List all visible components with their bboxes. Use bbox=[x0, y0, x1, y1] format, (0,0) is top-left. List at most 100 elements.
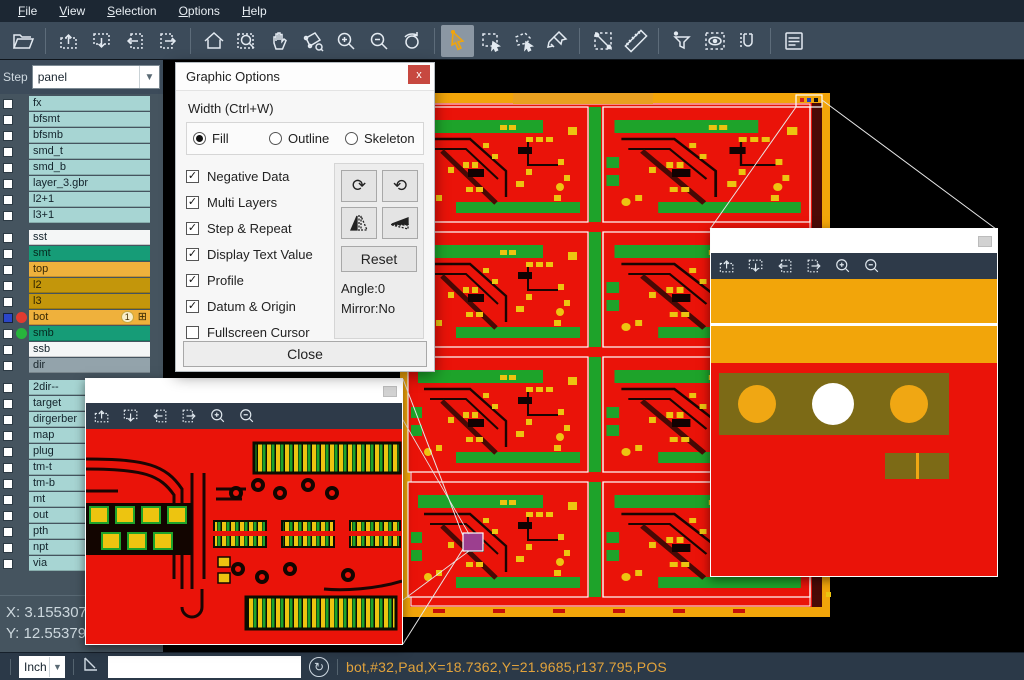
layer-checkbox[interactable] bbox=[3, 265, 13, 275]
checkbox-datum-origin[interactable]: ✓Datum & Origin bbox=[186, 293, 332, 319]
layer-checkbox[interactable] bbox=[3, 463, 13, 473]
layer-name[interactable]: l3 bbox=[29, 294, 150, 309]
select-polygon-icon[interactable] bbox=[507, 25, 540, 57]
zoom-window-icon[interactable] bbox=[230, 25, 263, 57]
popup-title-bar[interactable] bbox=[711, 229, 997, 253]
command-input[interactable] bbox=[108, 656, 301, 678]
pan-up-icon[interactable] bbox=[92, 406, 112, 426]
pan-right-icon[interactable] bbox=[151, 25, 184, 57]
layer-name[interactable]: smd_t bbox=[29, 144, 150, 159]
pan-hand-icon[interactable] bbox=[263, 25, 296, 57]
checkbox-step-repeat[interactable]: ✓Step & Repeat bbox=[186, 215, 332, 241]
menu-item-help[interactable]: Help bbox=[232, 2, 277, 20]
layer-name[interactable]: ssb bbox=[29, 342, 150, 357]
zoom-out-icon[interactable] bbox=[237, 406, 257, 426]
sync-icon[interactable]: ↻ bbox=[309, 657, 329, 677]
layer-row-l3+1[interactable]: l3+1 bbox=[0, 208, 163, 224]
menu-item-selection[interactable]: Selection bbox=[97, 2, 166, 20]
layer-checkbox[interactable] bbox=[3, 511, 13, 521]
layer-checkbox[interactable] bbox=[3, 383, 13, 393]
select-rectangle-icon[interactable] bbox=[474, 25, 507, 57]
layer-checkbox[interactable] bbox=[3, 147, 13, 157]
layer-row-smd_b[interactable]: smd_b bbox=[0, 160, 163, 176]
select-arrow-icon[interactable] bbox=[441, 25, 474, 57]
layer-name[interactable]: l2 bbox=[29, 278, 150, 293]
radio-fill[interactable]: Fill bbox=[193, 131, 265, 146]
popup-window-button[interactable] bbox=[383, 386, 397, 397]
step-select[interactable]: panel ▼ bbox=[32, 65, 160, 89]
pan-down-icon[interactable] bbox=[746, 256, 766, 276]
layer-name[interactable]: bfsmt bbox=[29, 112, 150, 127]
measure-distance-icon[interactable] bbox=[586, 25, 619, 57]
layer-checkbox[interactable] bbox=[3, 361, 13, 371]
snap-magnet-icon[interactable] bbox=[731, 25, 764, 57]
layers-panel-icon[interactable] bbox=[777, 25, 810, 57]
checkbox-profile[interactable]: ✓Profile bbox=[186, 267, 332, 293]
layer-row-l2[interactable]: l2 bbox=[0, 278, 163, 294]
pan-right-icon[interactable] bbox=[179, 406, 199, 426]
layer-checkbox[interactable] bbox=[3, 495, 13, 505]
layer-checkbox[interactable] bbox=[3, 281, 13, 291]
checkbox-multi-layers[interactable]: ✓Multi Layers bbox=[186, 189, 332, 215]
close-icon[interactable]: x bbox=[408, 65, 430, 84]
layer-checkbox[interactable] bbox=[3, 431, 13, 441]
layer-row-smb[interactable]: smb bbox=[0, 326, 163, 342]
layer-checkbox[interactable] bbox=[3, 527, 13, 537]
radio-skeleton[interactable]: Skeleton bbox=[345, 131, 417, 146]
zoom-polygon-icon[interactable] bbox=[296, 25, 329, 57]
unit-select[interactable]: Inch ▼ bbox=[19, 656, 65, 678]
layer-name[interactable]: layer_3.gbr bbox=[29, 176, 150, 191]
layer-row-l2+1[interactable]: l2+1 bbox=[0, 192, 163, 208]
layer-name[interactable]: l3+1 bbox=[29, 208, 150, 223]
home-icon[interactable] bbox=[197, 25, 230, 57]
layer-name[interactable]: dir bbox=[29, 358, 150, 373]
layer-row-bfsmb[interactable]: bfsmb bbox=[0, 128, 163, 144]
layer-row-ssb[interactable]: ssb bbox=[0, 342, 163, 358]
layer-row-dir[interactable]: dir bbox=[0, 358, 163, 374]
pan-up-icon[interactable] bbox=[52, 25, 85, 57]
popup-title-bar[interactable] bbox=[86, 379, 402, 403]
layer-checkbox[interactable] bbox=[3, 329, 13, 339]
menu-item-options[interactable]: Options bbox=[169, 2, 230, 20]
layer-row-smt[interactable]: smt bbox=[0, 246, 163, 262]
zoom-previous-icon[interactable] bbox=[395, 25, 428, 57]
zoom-out-icon[interactable] bbox=[862, 256, 882, 276]
zoom-in-icon[interactable] bbox=[208, 406, 228, 426]
open-folder-icon[interactable] bbox=[6, 25, 39, 57]
layer-name[interactable]: sst bbox=[29, 230, 150, 245]
pan-up-icon[interactable] bbox=[717, 256, 737, 276]
checkbox-negative-data[interactable]: ✓Negative Data bbox=[186, 163, 332, 189]
filter-icon[interactable] bbox=[665, 25, 698, 57]
zoom-out-icon[interactable] bbox=[362, 25, 395, 57]
reset-button[interactable]: Reset bbox=[341, 246, 417, 272]
zoom-view-pcb-detail[interactable] bbox=[86, 429, 402, 644]
rotate-cw-button[interactable]: ⟳ bbox=[341, 170, 377, 202]
close-button[interactable]: Close bbox=[183, 341, 427, 367]
view-options-icon[interactable] bbox=[698, 25, 731, 57]
layer-name[interactable]: smb bbox=[29, 326, 150, 341]
menu-item-view[interactable]: View bbox=[49, 2, 95, 20]
layer-name[interactable]: top bbox=[29, 262, 150, 277]
layer-checkbox[interactable] bbox=[3, 559, 13, 569]
ruler-icon[interactable] bbox=[619, 25, 652, 57]
layer-checkbox[interactable] bbox=[3, 179, 13, 189]
pan-right-icon[interactable] bbox=[804, 256, 824, 276]
layer-checkbox[interactable] bbox=[3, 195, 13, 205]
pan-left-icon[interactable] bbox=[118, 25, 151, 57]
layer-name[interactable]: smd_b bbox=[29, 160, 150, 175]
pan-down-icon[interactable] bbox=[121, 406, 141, 426]
layer-name[interactable]: bot1⊞ bbox=[29, 310, 150, 325]
zoom-in-icon[interactable] bbox=[833, 256, 853, 276]
layer-row-bot[interactable]: bot1⊞ bbox=[0, 310, 163, 326]
layer-checkbox[interactable] bbox=[3, 131, 13, 141]
layer-row-fx[interactable]: fx bbox=[0, 96, 163, 112]
pan-left-icon[interactable] bbox=[775, 256, 795, 276]
dialog-title-bar[interactable]: Graphic Options x bbox=[176, 63, 434, 91]
rotate-ccw-button[interactable]: ⟲ bbox=[382, 170, 418, 202]
layer-checkbox[interactable] bbox=[3, 399, 13, 409]
layer-checkbox[interactable] bbox=[3, 115, 13, 125]
layer-checkbox[interactable] bbox=[3, 543, 13, 553]
layer-row-layer_3.gbr[interactable]: layer_3.gbr bbox=[0, 176, 163, 192]
mirror-horizontal-button[interactable] bbox=[341, 207, 377, 239]
layer-name[interactable]: fx bbox=[29, 96, 150, 111]
